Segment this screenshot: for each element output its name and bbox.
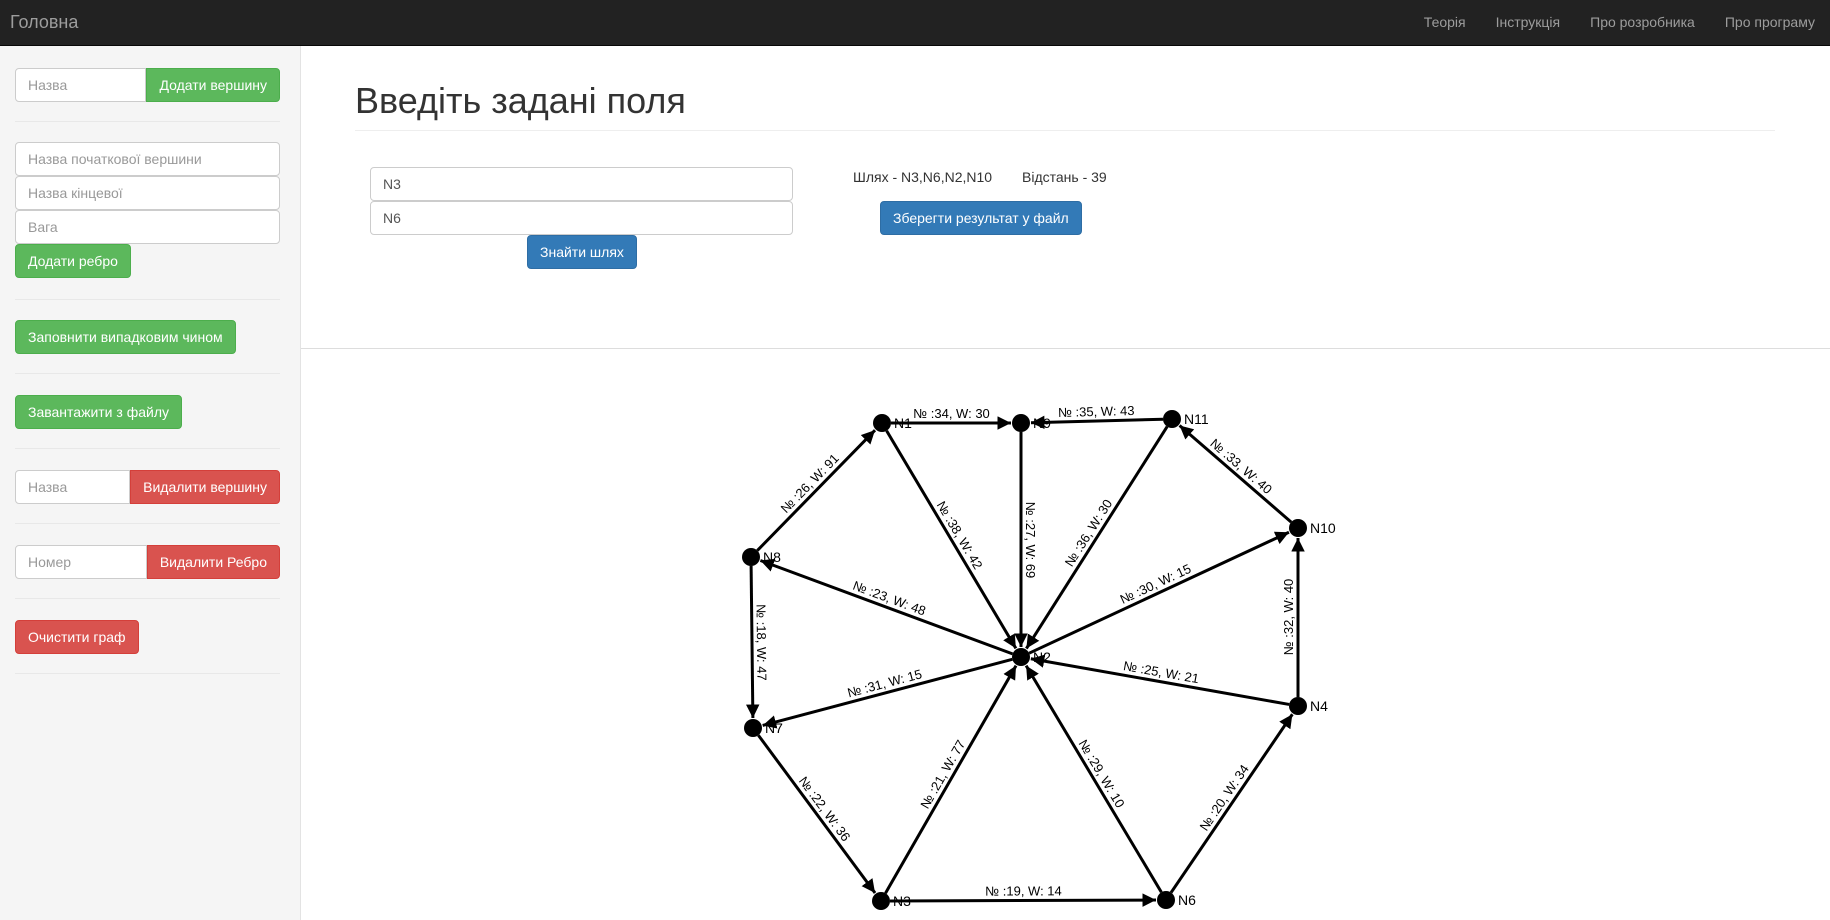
home-link[interactable]: Головна bbox=[10, 12, 78, 33]
edge-label: № :26, W: 91 bbox=[778, 451, 842, 516]
graph-node[interactable] bbox=[742, 548, 760, 566]
node-label: N3 bbox=[893, 893, 911, 909]
node-label: N6 bbox=[1178, 892, 1196, 908]
node-label: N4 bbox=[1310, 698, 1328, 714]
edge-label: № :22, W: 36 bbox=[796, 774, 854, 844]
edge-label: № :29, W: 10 bbox=[1076, 737, 1128, 810]
nav-links: Теорія Інструкція Про розробника Про про… bbox=[1409, 0, 1830, 46]
delete-vertex-button[interactable]: Видалити вершину bbox=[130, 470, 280, 504]
add-vertex-button[interactable]: Додати вершину bbox=[146, 68, 280, 102]
graph-node[interactable] bbox=[1012, 648, 1030, 666]
graph-edge[interactable] bbox=[889, 893, 1157, 907]
node-label: N8 bbox=[763, 549, 781, 565]
delete-edge-input[interactable] bbox=[15, 545, 147, 579]
divider bbox=[15, 673, 280, 674]
node-label: N7 bbox=[765, 720, 783, 736]
load-file-button[interactable]: Завантажити з файлу bbox=[15, 395, 182, 429]
graph-node[interactable] bbox=[873, 414, 891, 432]
edge-label: № :36, W: 30 bbox=[1062, 497, 1116, 570]
graph-edge[interactable] bbox=[1178, 424, 1293, 524]
nav-link-about-developer[interactable]: Про розробника bbox=[1575, 0, 1710, 46]
load-file-section: Завантажити з файлу bbox=[15, 395, 280, 429]
graph-edge[interactable] bbox=[884, 664, 1018, 894]
graph-node[interactable] bbox=[744, 719, 762, 737]
edge-label: № :32, W: 40 bbox=[1281, 579, 1296, 656]
graph-edge[interactable] bbox=[756, 429, 877, 552]
graph-node[interactable] bbox=[1289, 519, 1307, 537]
add-vertex-group: Додати вершину bbox=[15, 68, 280, 102]
delete-edge-button[interactable]: Видалити Ребро bbox=[146, 545, 280, 579]
node-label: N2 bbox=[1033, 649, 1051, 665]
divider bbox=[15, 121, 280, 122]
vertex-name-input[interactable] bbox=[15, 68, 147, 102]
graph-node[interactable] bbox=[1289, 697, 1307, 715]
clear-graph-section: Очистити граф bbox=[15, 620, 280, 654]
divider bbox=[15, 598, 280, 599]
graph-edge[interactable] bbox=[1169, 713, 1294, 894]
edge-label: № :19, W: 14 bbox=[985, 883, 1062, 898]
edge-label: № :38, W: 42 bbox=[934, 498, 986, 571]
nav-link-theory[interactable]: Теорія bbox=[1409, 0, 1481, 46]
edge-label: № :18, W: 47 bbox=[754, 604, 770, 681]
edge-label: № :21, W: 77 bbox=[917, 737, 968, 811]
add-edge-group: Додати ребро bbox=[15, 142, 280, 278]
edge-label: № :35, W: 43 bbox=[1058, 403, 1135, 420]
graph-canvas[interactable]: № :34, W: 30 № :35, W: 43 № :26, W: 91 № :3… bbox=[301, 46, 1830, 920]
random-fill-section: Заповнити випадковим чином bbox=[15, 320, 280, 354]
edge-label: № :30, W: 15 bbox=[1118, 561, 1194, 607]
edge-start-input[interactable] bbox=[15, 142, 280, 176]
graph-edge[interactable] bbox=[759, 558, 1014, 656]
edge-end-input[interactable] bbox=[15, 176, 280, 210]
edge-label: № :20, W: 34 bbox=[1196, 762, 1251, 834]
add-edge-button[interactable]: Додати ребро bbox=[15, 244, 131, 278]
edge-weight-input[interactable] bbox=[15, 210, 280, 244]
delete-vertex-group: Видалити вершину bbox=[15, 470, 280, 504]
node-label: N9 bbox=[1033, 415, 1051, 431]
graph-edge[interactable] bbox=[757, 734, 877, 894]
clear-graph-button[interactable]: Очистити граф bbox=[15, 620, 139, 654]
divider bbox=[15, 448, 280, 449]
edge-label: № :34, W: 30 bbox=[913, 406, 990, 421]
divider bbox=[15, 523, 280, 524]
graph-node[interactable] bbox=[1157, 891, 1175, 909]
graph-node[interactable] bbox=[1163, 410, 1181, 428]
node-label: N10 bbox=[1310, 520, 1336, 536]
edge-label: № :27, W: 69 bbox=[1023, 502, 1038, 579]
divider bbox=[15, 373, 280, 374]
edge-label: № :31, W: 15 bbox=[846, 666, 924, 700]
random-fill-button[interactable]: Заповнити випадковим чином bbox=[15, 320, 236, 354]
nav-link-about-program[interactable]: Про програму bbox=[1710, 0, 1830, 46]
graph-node[interactable] bbox=[872, 892, 890, 910]
graph-node[interactable] bbox=[1012, 414, 1030, 432]
graph-edge[interactable] bbox=[745, 565, 760, 719]
edge-label: № :33, W: 40 bbox=[1207, 436, 1275, 497]
graph-edge[interactable] bbox=[1024, 664, 1163, 894]
top-navbar: Головна Теорія Інструкція Про розробника… bbox=[0, 0, 1830, 46]
main-content: Введіть задані поля Знайти шлях Шлях - N… bbox=[301, 46, 1830, 920]
divider bbox=[15, 299, 280, 300]
node-label: N1 bbox=[894, 415, 912, 431]
delete-vertex-input[interactable] bbox=[15, 470, 131, 504]
graph-edge[interactable] bbox=[1025, 425, 1169, 650]
graph-edge[interactable] bbox=[762, 657, 1013, 729]
delete-edge-group: Видалити Ребро bbox=[15, 545, 280, 579]
sidebar: Додати вершину Додати ребро Заповнити ви… bbox=[0, 46, 301, 920]
node-label: N11 bbox=[1184, 411, 1209, 427]
nav-link-instructions[interactable]: Інструкція bbox=[1481, 0, 1576, 46]
